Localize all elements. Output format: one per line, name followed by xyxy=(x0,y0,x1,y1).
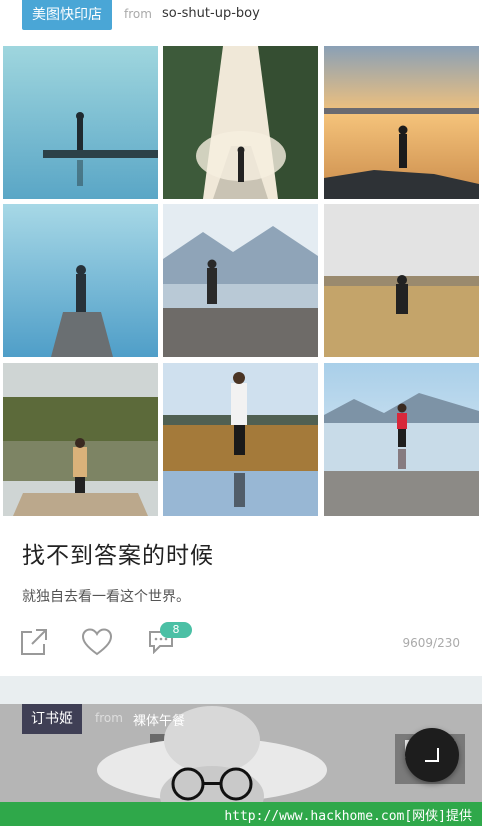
photo-4-image xyxy=(3,204,158,357)
photo-9[interactable] xyxy=(324,363,479,516)
store-badge[interactable]: 美图快印店 xyxy=(22,0,112,30)
photo-4[interactable] xyxy=(3,204,158,357)
photo-8-image xyxy=(163,363,318,516)
comment-count-badge: 8 xyxy=(160,622,192,638)
photo-1-image xyxy=(3,46,158,199)
photo-2-image xyxy=(163,46,318,199)
photo-grid xyxy=(3,46,479,516)
post-card: 美图快印店 from so-shut-up-boy 找不到答案的时候 就独自去看… xyxy=(0,0,482,676)
photo-6-image xyxy=(324,204,479,357)
photo-8[interactable] xyxy=(163,363,318,516)
from-label: from xyxy=(124,7,152,21)
heart-icon[interactable] xyxy=(82,628,112,656)
floating-action-button[interactable] xyxy=(405,728,459,782)
footer-text: http://www.hackhome.com[网侠]提供 xyxy=(224,809,472,824)
footer-bar: http://www.hackhome.com[网侠]提供 xyxy=(0,802,482,826)
from-label-2: from xyxy=(95,711,123,725)
photo-6[interactable] xyxy=(324,204,479,357)
book-store-badge[interactable]: 订书姬 xyxy=(22,704,82,734)
photo-5-image xyxy=(163,204,318,357)
from-source-2[interactable]: 裸体午餐 xyxy=(133,710,185,729)
post-title[interactable]: 找不到答案的时候 xyxy=(22,536,214,570)
photo-3[interactable] xyxy=(324,46,479,199)
floating-action-icon xyxy=(425,748,439,762)
share-icon[interactable] xyxy=(20,628,48,656)
photo-3-image xyxy=(324,46,479,199)
photo-2[interactable] xyxy=(163,46,318,199)
card-divider xyxy=(0,676,482,704)
photo-1[interactable] xyxy=(3,46,158,199)
photo-7-image xyxy=(3,363,158,516)
photo-5[interactable] xyxy=(163,204,318,357)
photo-7[interactable] xyxy=(3,363,158,516)
post-subtitle: 就独自去看一看这个世界。 xyxy=(22,589,190,605)
comment-button[interactable]: 8 xyxy=(148,622,194,654)
photo-9-image xyxy=(324,363,479,516)
from-source[interactable]: so-shut-up-boy xyxy=(162,6,260,21)
view-stats: 9609/230 xyxy=(402,636,461,650)
